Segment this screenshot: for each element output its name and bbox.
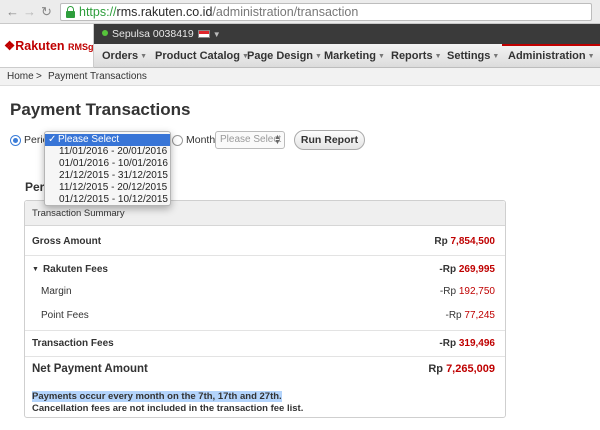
breadcrumb-current: Payment Transactions bbox=[48, 71, 147, 82]
summary-row-net-payment: Net Payment Amount Rp 7,265,009 bbox=[25, 357, 505, 384]
amount: 319,496 bbox=[458, 338, 495, 349]
row-value: -Rp 319,496 bbox=[439, 338, 495, 349]
forward-arrow-icon[interactable]: → bbox=[23, 4, 36, 20]
chevron-down-icon: ▼ bbox=[140, 53, 148, 60]
currency: Rp bbox=[434, 236, 448, 247]
row-label: Net Payment Amount bbox=[32, 363, 148, 375]
month-radio[interactable] bbox=[172, 135, 183, 146]
period-option[interactable]: 11/01/2016 - 20/01/2016 bbox=[45, 146, 170, 158]
chevron-down-icon: ▼ bbox=[434, 53, 442, 60]
amount: 7,854,500 bbox=[450, 236, 496, 247]
logo[interactable]: ❖Rakuten RMSg bbox=[0, 24, 94, 68]
row-label: Margin bbox=[41, 286, 72, 297]
breadcrumb: Home > Payment Transactions bbox=[0, 68, 600, 86]
currency: Rp bbox=[443, 286, 457, 297]
amount: 7,265,009 bbox=[446, 363, 495, 375]
amount: 269,995 bbox=[458, 264, 495, 275]
transaction-summary-panel: Transaction Summary Gross Amount Rp 7,85… bbox=[24, 200, 506, 418]
indonesia-flag-icon bbox=[197, 30, 210, 38]
currency: Rp bbox=[428, 363, 443, 375]
chevron-down-icon: ▼ bbox=[377, 53, 385, 60]
menu-administration[interactable]: Administration ▼ bbox=[502, 44, 600, 68]
url-path: /administration/transaction bbox=[212, 5, 359, 19]
store-selector[interactable]: Sepulsa 0038419 ▼ bbox=[102, 27, 221, 42]
breadcrumb-separator: > bbox=[36, 71, 42, 82]
breadcrumb-home[interactable]: Home bbox=[7, 68, 34, 85]
summary-row-gross: Gross Amount Rp 7,854,500 bbox=[25, 226, 505, 256]
row-value: -Rp 77,245 bbox=[445, 310, 495, 321]
payment-notes: Payments occur every month on the 7th, 1… bbox=[32, 391, 303, 415]
month-select[interactable]: Please Select ▲ ▼ bbox=[215, 131, 285, 149]
month-select-value: Please Select bbox=[220, 134, 282, 145]
logo-suffix: RMSg bbox=[68, 42, 94, 52]
chevron-down-icon: ▼ bbox=[587, 53, 595, 60]
month-label: Month: bbox=[186, 134, 219, 146]
lock-icon bbox=[66, 6, 75, 18]
row-label-text: Rakuten Fees bbox=[42, 264, 108, 275]
browser-toolbar: ← → ↻ https://rms.rakuten.co.id/administ… bbox=[0, 0, 600, 24]
row-value: Rp 7,265,009 bbox=[428, 363, 495, 375]
store-name: Sepulsa 0038419 bbox=[112, 28, 194, 40]
row-label: Gross Amount bbox=[32, 236, 102, 247]
chevron-down-icon: ▼ bbox=[212, 30, 221, 39]
menu-label: Product Catalog bbox=[155, 50, 240, 62]
period-dropdown[interactable]: ✓ Please Select 11/01/2016 - 20/01/2016 0… bbox=[44, 131, 171, 206]
address-bar[interactable]: https://rms.rakuten.co.id/administration… bbox=[60, 3, 592, 21]
menu-label: Administration bbox=[508, 50, 586, 62]
chevron-down-icon: ▼ bbox=[315, 53, 322, 60]
chevron-down-icon: ▼ bbox=[492, 53, 500, 60]
currency: Rp bbox=[442, 264, 457, 275]
row-value: -Rp 269,995 bbox=[439, 264, 495, 275]
menu-settings[interactable]: Settings ▼ bbox=[447, 44, 499, 68]
page-title: Payment Transactions bbox=[10, 100, 191, 119]
menu-label: Settings bbox=[447, 50, 491, 62]
amount: 192,750 bbox=[458, 286, 495, 297]
amount: 77,245 bbox=[464, 310, 495, 321]
row-label: Point Fees bbox=[41, 310, 89, 321]
url-scheme: https:// bbox=[79, 5, 117, 19]
period-radio[interactable] bbox=[10, 135, 21, 146]
period-option-label: Please Select bbox=[58, 134, 120, 145]
summary-row-transaction-fees: Transaction Fees -Rp 319,496 bbox=[25, 331, 505, 357]
logo-text: Rakuten bbox=[15, 39, 65, 53]
note-cancellation-fees: Cancellation fees are not included in th… bbox=[32, 403, 304, 414]
period-option[interactable]: 01/01/2016 - 10/01/2016 bbox=[45, 158, 170, 170]
rakuten-logo: ❖Rakuten RMSg bbox=[4, 38, 94, 53]
checkmark-icon: ✓ bbox=[48, 134, 57, 145]
menu-label: Page Design bbox=[247, 50, 314, 62]
period-option[interactable]: 21/12/2015 - 31/12/2015 bbox=[45, 170, 170, 182]
period-option[interactable]: ✓ Please Select bbox=[45, 134, 170, 146]
summary-row-point-fees: Point Fees -Rp 77,245 bbox=[25, 306, 505, 331]
menu-marketing[interactable]: Marketing ▼ bbox=[324, 44, 385, 68]
online-status-icon bbox=[102, 30, 108, 36]
url-text: https://rms.rakuten.co.id/administration… bbox=[79, 5, 358, 20]
main-menu: Orders ▼ Product Catalog ▼ Page Design ▼ Ma… bbox=[94, 44, 600, 68]
row-label: ▼ Rakuten Fees bbox=[32, 264, 108, 275]
currency: Rp bbox=[448, 310, 462, 321]
back-arrow-icon[interactable]: ← bbox=[6, 4, 19, 20]
menu-page-design[interactable]: Page Design ▼ bbox=[247, 44, 322, 68]
note-payment-schedule: Payments occur every month on the 7th, 1… bbox=[32, 391, 282, 402]
menu-orders[interactable]: Orders ▼ bbox=[102, 44, 147, 68]
menu-reports[interactable]: Reports ▼ bbox=[391, 44, 442, 68]
period-option[interactable]: 01/12/2015 - 10/12/2015 bbox=[45, 194, 170, 206]
menu-label: Marketing bbox=[324, 50, 376, 62]
select-arrows-icon: ▲ ▼ bbox=[274, 134, 281, 146]
menu-product-catalog[interactable]: Product Catalog ▼ bbox=[155, 44, 249, 68]
logo-mark-icon: ❖ bbox=[4, 39, 16, 53]
currency: Rp bbox=[442, 338, 457, 349]
url-host: rms.rakuten.co.id bbox=[116, 5, 213, 19]
menu-label: Orders bbox=[102, 50, 139, 62]
period-option[interactable]: 11/12/2015 - 20/12/2015 bbox=[45, 182, 170, 194]
row-label: Transaction Fees bbox=[32, 338, 114, 349]
reload-icon[interactable]: ↻ bbox=[41, 4, 52, 20]
summary-row-rakuten-fees[interactable]: ▼ Rakuten Fees -Rp 269,995 bbox=[25, 256, 505, 284]
summary-row-margin: Margin -Rp 192,750 bbox=[25, 284, 505, 306]
row-value: -Rp 192,750 bbox=[440, 286, 495, 297]
menu-label: Reports bbox=[391, 50, 433, 62]
expand-triangle-icon: ▼ bbox=[32, 266, 39, 273]
run-report-button[interactable]: Run Report bbox=[294, 130, 365, 150]
row-value: Rp 7,854,500 bbox=[434, 236, 495, 247]
